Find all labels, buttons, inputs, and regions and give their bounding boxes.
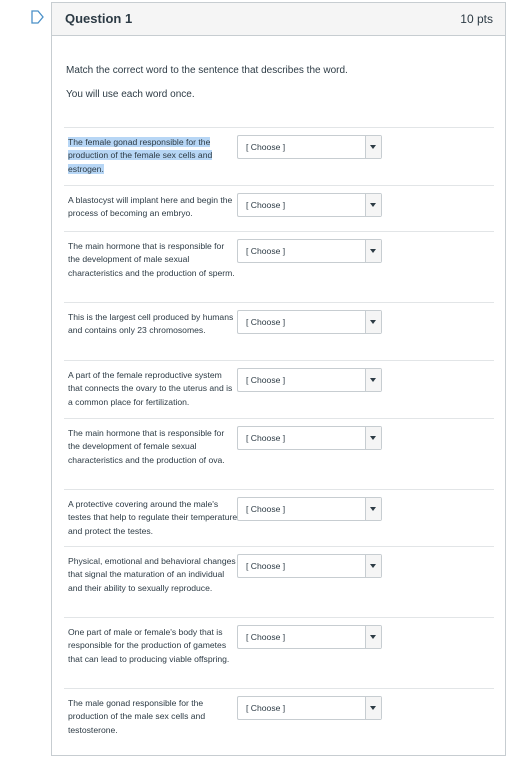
row-divider xyxy=(64,617,494,618)
select-value: [ Choose ] xyxy=(246,703,286,713)
question-header: Question 1 10 pts xyxy=(52,3,505,36)
triangle-down-icon xyxy=(370,564,376,568)
select-value: [ Choose ] xyxy=(246,632,286,642)
answer-select[interactable]: [ Choose ] xyxy=(237,310,382,334)
select-value: [ Choose ] xyxy=(246,561,286,571)
dropdown-button[interactable] xyxy=(365,369,381,391)
row-divider xyxy=(64,185,494,186)
row-divider xyxy=(64,546,494,547)
row-divider xyxy=(64,302,494,303)
statement-text: The main hormone that is responsible for… xyxy=(68,241,235,278)
row-divider xyxy=(64,360,494,361)
match-statement: Physical, emotional and behavioral chang… xyxy=(68,555,238,595)
match-statement: A part of the female reproductive system… xyxy=(68,369,238,409)
select-value: [ Choose ] xyxy=(246,504,286,514)
answer-select[interactable]: [ Choose ] xyxy=(237,554,382,578)
triangle-down-icon xyxy=(370,145,376,149)
question-card: Question 1 10 pts Match the correct word… xyxy=(51,2,506,756)
instruction-text-2: You will use each word once. xyxy=(66,89,195,100)
match-statement: The male gonad responsible for the produ… xyxy=(68,697,238,737)
answer-select[interactable]: [ Choose ] xyxy=(237,239,382,263)
statement-text: The male gonad responsible for the produ… xyxy=(68,698,206,735)
answer-select[interactable]: [ Choose ] xyxy=(237,696,382,720)
dropdown-button[interactable] xyxy=(365,626,381,648)
dropdown-button[interactable] xyxy=(365,697,381,719)
triangle-down-icon xyxy=(370,436,376,440)
dropdown-button[interactable] xyxy=(365,427,381,449)
answer-select[interactable]: [ Choose ] xyxy=(237,135,382,159)
select-value: [ Choose ] xyxy=(246,200,286,210)
statement-text: This is the largest cell produced by hum… xyxy=(68,312,234,336)
dropdown-button[interactable] xyxy=(365,311,381,333)
triangle-down-icon xyxy=(370,635,376,639)
triangle-down-icon xyxy=(370,378,376,382)
match-statement: A protective covering around the male's … xyxy=(68,498,238,538)
answer-select[interactable]: [ Choose ] xyxy=(237,368,382,392)
answer-select[interactable]: [ Choose ] xyxy=(237,193,382,217)
statement-text: The main hormone that is responsible for… xyxy=(68,428,225,465)
dropdown-button[interactable] xyxy=(365,498,381,520)
select-value: [ Choose ] xyxy=(246,375,286,385)
select-value: [ Choose ] xyxy=(246,317,286,327)
question-points: 10 pts xyxy=(460,12,493,26)
select-value: [ Choose ] xyxy=(246,246,286,256)
answer-select[interactable]: [ Choose ] xyxy=(237,497,382,521)
dropdown-button[interactable] xyxy=(365,194,381,216)
instruction-text: Match the correct word to the sentence t… xyxy=(66,65,348,76)
flag-question-icon[interactable] xyxy=(31,10,44,24)
row-divider xyxy=(64,489,494,490)
statement-text: A protective covering around the male's … xyxy=(68,499,238,536)
answer-select[interactable]: [ Choose ] xyxy=(237,625,382,649)
dropdown-button[interactable] xyxy=(365,136,381,158)
triangle-down-icon xyxy=(370,249,376,253)
statement-text: The female gonad responsible for the pro… xyxy=(68,137,213,174)
statement-text: Physical, emotional and behavioral chang… xyxy=(68,556,236,593)
triangle-down-icon xyxy=(370,507,376,511)
triangle-down-icon xyxy=(370,706,376,710)
triangle-down-icon xyxy=(370,203,376,207)
answer-select[interactable]: [ Choose ] xyxy=(237,426,382,450)
dropdown-button[interactable] xyxy=(365,555,381,577)
match-statement: The main hormone that is responsible for… xyxy=(68,240,238,280)
match-statement: The main hormone that is responsible for… xyxy=(68,427,238,467)
select-value: [ Choose ] xyxy=(246,433,286,443)
question-title: Question 1 xyxy=(65,11,133,26)
triangle-down-icon xyxy=(370,320,376,324)
statement-text: One part of male or female's body that i… xyxy=(68,627,230,664)
match-statement: The female gonad responsible for the pro… xyxy=(68,136,238,176)
statement-text: A blastocyst will implant here and begin… xyxy=(68,195,233,219)
dropdown-button[interactable] xyxy=(365,240,381,262)
statement-text: A part of the female reproductive system… xyxy=(68,370,233,407)
row-divider xyxy=(64,688,494,689)
select-value: [ Choose ] xyxy=(246,142,286,152)
row-divider xyxy=(64,127,494,128)
match-statement: A blastocyst will implant here and begin… xyxy=(68,194,238,221)
row-divider xyxy=(64,231,494,232)
match-statement: This is the largest cell produced by hum… xyxy=(68,311,238,338)
row-divider xyxy=(64,418,494,419)
match-statement: One part of male or female's body that i… xyxy=(68,626,238,666)
